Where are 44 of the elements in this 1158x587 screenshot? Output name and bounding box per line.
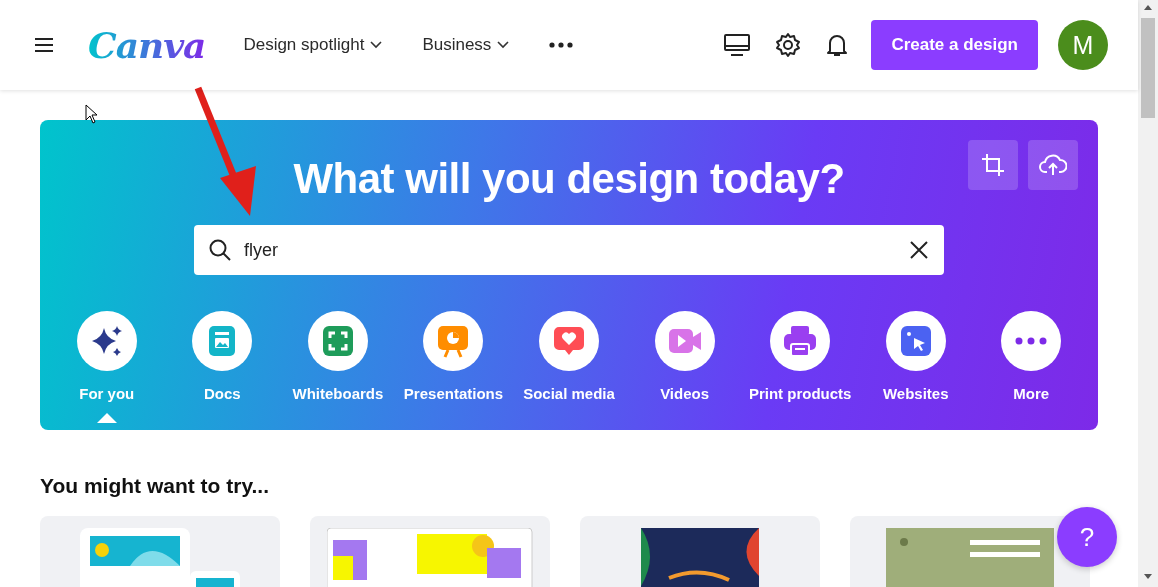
category-button[interactable]: Social media (511, 311, 627, 423)
whiteboard-icon (321, 325, 354, 357)
category-button[interactable]: Whiteboards (280, 311, 396, 423)
printer-icon (783, 325, 818, 357)
close-icon[interactable] (910, 241, 928, 259)
search-icon (208, 238, 232, 262)
notification-bell-icon[interactable] (825, 32, 850, 58)
scrollbar[interactable] (1138, 0, 1158, 587)
scroll-up-icon[interactable] (1144, 5, 1152, 10)
heart-icon (553, 325, 586, 357)
cursor-window-icon (899, 325, 932, 357)
category-button[interactable]: Websites (857, 311, 974, 423)
document-icon (207, 325, 238, 357)
category-button[interactable]: More (973, 311, 1090, 423)
upload-button[interactable] (1028, 140, 1078, 190)
video-camera-icon (667, 327, 702, 355)
selection-notch (96, 413, 117, 423)
more-icon[interactable] (549, 42, 574, 48)
monitor-icon[interactable] (723, 33, 752, 57)
search-field[interactable]: flyer (194, 225, 944, 275)
scroll-down-icon[interactable] (1144, 574, 1152, 579)
scrollbar-thumb[interactable] (1141, 18, 1155, 118)
category-button[interactable]: Presentations (395, 311, 512, 423)
help-button[interactable]: ? (1057, 507, 1117, 567)
crop-icon (981, 153, 1005, 177)
mouse-cursor-icon (85, 104, 99, 124)
hero-title: What will you design today? (293, 155, 845, 203)
chevron-down-icon (370, 41, 383, 49)
create-design-button[interactable]: Create a design (871, 20, 1038, 70)
nav-menu[interactable]: Design spotlight (243, 35, 383, 55)
crop-button[interactable] (968, 140, 1018, 190)
cloud-upload-icon (1039, 153, 1067, 177)
chevron-down-icon (497, 41, 510, 49)
category-button[interactable]: Videos (626, 311, 743, 423)
nav-menu[interactable]: Business (422, 35, 510, 55)
presentation-icon (437, 324, 470, 358)
avatar[interactable]: M (1058, 20, 1108, 70)
category-button[interactable]: For you (49, 311, 165, 423)
category-button[interactable]: Print products (742, 311, 858, 423)
more-icon (1015, 337, 1048, 345)
category-button[interactable]: Docs (164, 311, 281, 423)
menu-icon[interactable] (34, 37, 54, 53)
settings-icon[interactable] (775, 32, 802, 58)
section-heading: You might want to try... (40, 474, 271, 498)
